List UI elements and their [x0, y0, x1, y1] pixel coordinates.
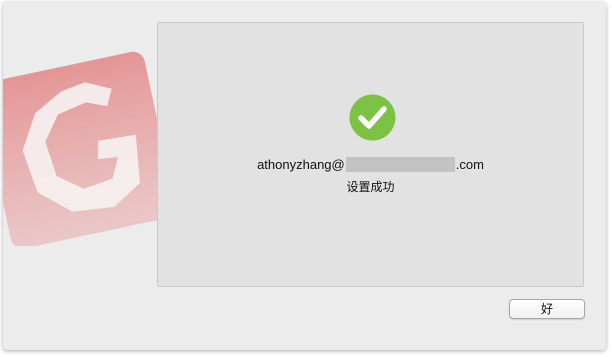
ok-button[interactable]: 好	[509, 299, 585, 319]
account-email: athonyzhang@ .com	[158, 156, 583, 173]
content-panel: athonyzhang@ .com 设置成功	[157, 22, 584, 287]
success-message: 设置成功	[346, 180, 395, 194]
email-redaction	[345, 157, 455, 173]
email-suffix: .com	[455, 157, 484, 173]
dialog-window: athonyzhang@ .com 设置成功 好	[3, 2, 606, 350]
email-prefix: athonyzhang@	[257, 157, 345, 173]
checkmark-circle-icon	[349, 94, 396, 141]
g-logo-icon	[3, 46, 163, 246]
